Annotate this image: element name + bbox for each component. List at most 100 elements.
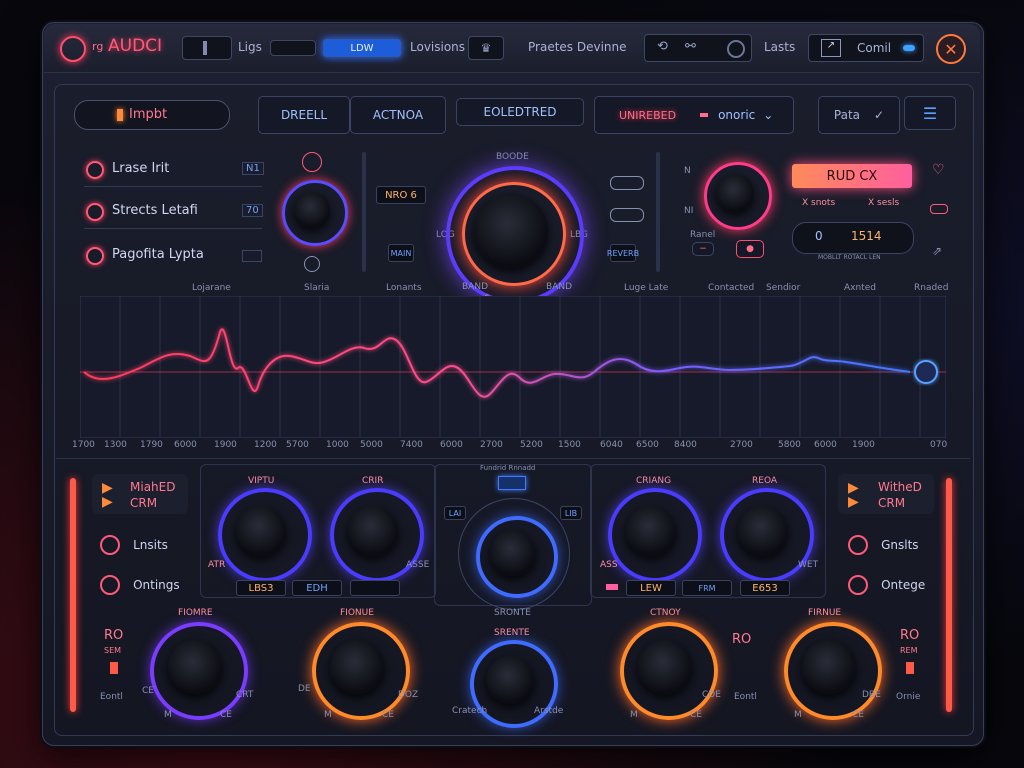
lower-left-item[interactable]: Ontings [100, 574, 180, 595]
lower-left-item[interactable]: Lnsits [100, 534, 168, 555]
knob-value-2[interactable] [350, 580, 400, 596]
link-toggle-2[interactable] [610, 208, 644, 222]
knob-value[interactable]: LBS3 [236, 580, 286, 596]
firnue-knob[interactable] [802, 640, 856, 694]
knob-left-tag: ASS [600, 560, 618, 570]
attack-knob[interactable] [294, 192, 330, 228]
input-button[interactable]: Impbt [74, 100, 230, 130]
x-tick-label: 5200 [520, 440, 543, 450]
presets-label[interactable]: Praetes Devinne [528, 40, 627, 54]
close-button[interactable]: ✕ [936, 34, 966, 64]
knob-max: Arstde [534, 706, 564, 716]
link-icon: ⚯ [685, 39, 696, 54]
pata-button[interactable]: Pata ✓ [818, 96, 900, 134]
transport-controls[interactable]: ⟲ ⚯ [644, 34, 752, 62]
knob-value-2[interactable]: FRM [682, 580, 732, 596]
center-knob-left-box[interactable]: LAI [444, 506, 466, 520]
ranel-minus-button[interactable]: − [692, 242, 714, 256]
x-tick-label: 5800 [778, 440, 801, 450]
tab-dreell[interactable]: DREELL [258, 96, 350, 134]
toggle-icon[interactable] [930, 204, 948, 214]
knob-value[interactable]: E653 [740, 580, 790, 596]
crown-button[interactable]: ♛ [468, 36, 504, 60]
heart-outline-icon[interactable]: ♡ [932, 162, 945, 178]
graph-node[interactable] [914, 360, 938, 384]
value-readout[interactable]: 0 1514 [792, 222, 914, 254]
dropdown-unirebed-dot-icon [700, 113, 709, 117]
knob-min: M [794, 710, 802, 720]
frequency-graph[interactable] [80, 296, 946, 438]
mini-knob-bottom[interactable] [304, 256, 320, 272]
center-knob-right-box[interactable]: LIB [560, 506, 582, 520]
ro-block-left[interactable]: RO SEM [96, 628, 136, 688]
mode-button-left[interactable]: ▶ ▶ MiahED CRM [92, 474, 188, 514]
knob-right-tag: WET [798, 560, 819, 570]
power-icon [86, 161, 104, 179]
main-knob[interactable] [474, 194, 548, 268]
knob-value[interactable]: EDH [292, 580, 342, 596]
right-knob[interactable] [716, 174, 754, 212]
knob-right: DOZ [398, 690, 419, 700]
reoa-knob[interactable] [738, 506, 788, 556]
comp-icon: ↗ [821, 39, 841, 57]
list-item[interactable]: Pagofita Lypta [84, 242, 262, 272]
item-label: Ontings [133, 578, 180, 592]
knob-min: M [630, 710, 638, 720]
x-tick-label: 070 [930, 440, 948, 450]
ligs-field[interactable] [270, 40, 316, 56]
knob-value[interactable]: LEW [626, 580, 676, 596]
arrow-icon: ⇗ [932, 244, 943, 258]
fionue-knob[interactable] [330, 640, 384, 694]
ro-foot-center: Eontl [734, 692, 757, 702]
rud-display[interactable]: RUD CX [792, 164, 912, 188]
band-left-label: BAND [462, 282, 488, 292]
fiomre-knob[interactable] [168, 640, 222, 694]
comp-toggle[interactable]: ↗ Comil [808, 34, 924, 62]
list-item[interactable]: Strects Letafi 70 [84, 198, 263, 229]
ctnoy-knob[interactable] [638, 640, 692, 694]
input-label: Impbt [129, 107, 168, 122]
criang-knob[interactable] [626, 506, 676, 556]
option-snots[interactable]: X snots [802, 198, 835, 208]
viptu-knob[interactable] [236, 506, 286, 556]
srente-knob[interactable] [486, 656, 534, 704]
ro-mini-center-left[interactable]: RO [732, 628, 760, 684]
ldw-button[interactable]: LDW [322, 38, 402, 58]
center-knob-led-icon [498, 476, 526, 490]
ranel-record-button[interactable]: ● [736, 240, 764, 258]
menu-button[interactable]: ☰ [904, 96, 956, 130]
ligs-slider[interactable] [182, 36, 232, 60]
logo-prefix: rg [92, 40, 104, 53]
center-right-rail [656, 152, 660, 272]
dropdown-eoledtred[interactable]: EOLEDTRED [456, 98, 584, 126]
x-tick-label: 6000 [814, 440, 837, 450]
lower-right-item[interactable]: Gnslts [848, 534, 919, 555]
mini-knob-top[interactable] [302, 152, 322, 172]
crir-knob[interactable] [348, 506, 398, 556]
link-toggle-1[interactable] [610, 176, 644, 190]
knob-label: VIPTU [248, 476, 275, 486]
dropdown-unirebed[interactable]: UNIREBED onoric ⌄ [594, 96, 794, 134]
main-box[interactable]: MAIN [388, 244, 414, 262]
knob-label: CRIANG [636, 476, 672, 486]
mode-button-right[interactable]: ▶ ▶ WitheD CRM [838, 474, 934, 514]
ranel-label: Ranel [690, 230, 716, 240]
value-left: 0 [815, 229, 823, 243]
list-item[interactable]: Lrase Irit N1 [84, 156, 264, 187]
ro-label: RO [732, 632, 752, 647]
reverb-box[interactable]: REVERB [607, 244, 639, 262]
center-knob[interactable] [490, 530, 536, 576]
lower-right-item[interactable]: Ontege [848, 574, 925, 595]
graph-top-label: Lonants [386, 283, 422, 293]
item-label: Gnslts [881, 538, 919, 552]
ro-block-right[interactable]: RO REM [892, 628, 932, 688]
knob-left: CE [142, 686, 154, 696]
option-sesls[interactable]: X sesls [868, 198, 899, 208]
dropdown-unirebed-label: UNIREBED [619, 108, 677, 122]
check-icon: ✓ [874, 108, 885, 122]
lasts-label: Lasts [764, 40, 796, 54]
ro-indicator-icon [110, 662, 118, 674]
ro-sub: REM [900, 646, 918, 655]
close-icon: ✕ [944, 39, 958, 59]
tab-actnoa[interactable]: ACTNOA [350, 96, 446, 134]
